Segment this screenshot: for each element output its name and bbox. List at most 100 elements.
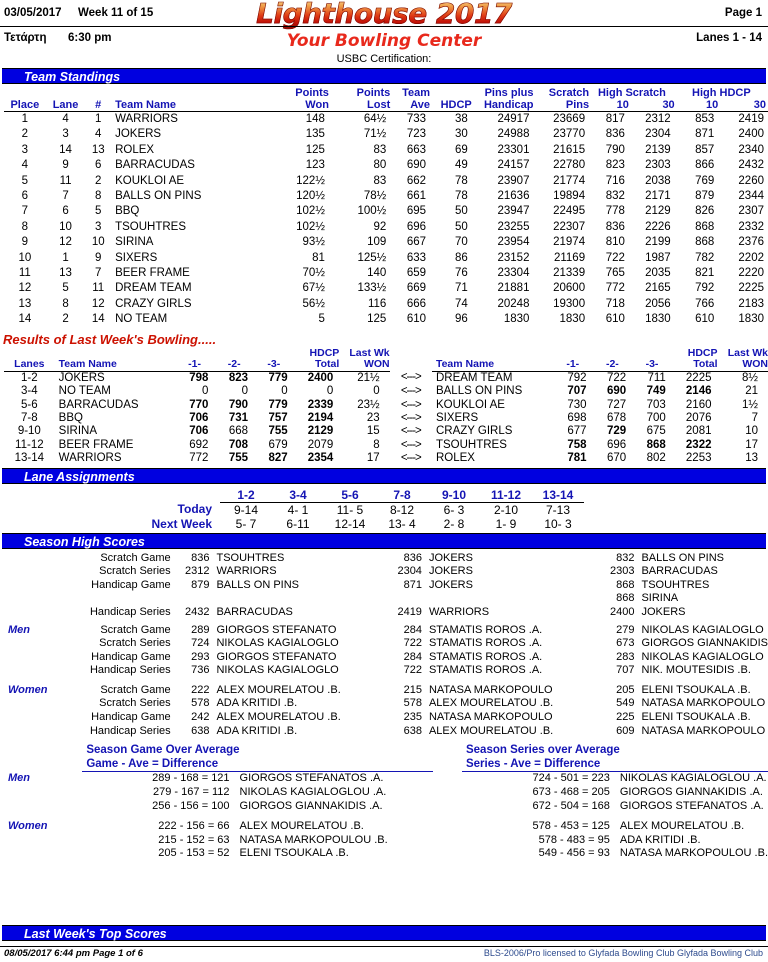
cell: 2400 bbox=[738, 128, 764, 141]
cell: 5 bbox=[62, 282, 69, 295]
cell: 718 bbox=[605, 297, 625, 310]
cell: 21774 bbox=[553, 174, 586, 187]
table-row: 14 2 14 NO TEAM 5 125 610 96 1830 1830 610 1830 610 1… bbox=[4, 312, 768, 327]
team-high-group-label bbox=[4, 592, 70, 606]
lane-pair-label-5: 11-12 bbox=[480, 487, 532, 503]
cell bbox=[433, 847, 462, 861]
cell: 2307 bbox=[738, 205, 764, 218]
match-arrow-icon: <---> bbox=[400, 371, 422, 384]
cell bbox=[367, 711, 391, 725]
cell: 23255 bbox=[497, 220, 530, 233]
table-row: Scratch Series 724 NIKOLAS KAGIALOGLO 722 ST… bbox=[4, 637, 768, 651]
cell: 2035 bbox=[645, 267, 671, 280]
col-high-hdcp: High HDCP bbox=[692, 87, 751, 99]
cell: 733 bbox=[406, 113, 426, 125]
cell bbox=[391, 592, 429, 606]
table-row: 6 7 8 BALLS ON PINS 120½ 78½ 661 78 21636 19894 83… bbox=[4, 189, 768, 204]
cell: 1 bbox=[62, 251, 69, 264]
cell: 13 bbox=[18, 297, 32, 310]
cell: 832 bbox=[616, 551, 635, 564]
men-high-group-label bbox=[4, 664, 70, 678]
cell: 700 bbox=[646, 411, 666, 424]
over-average-table: Season Game Over Average Season Series ov… bbox=[4, 744, 768, 861]
cell: 17 bbox=[745, 438, 758, 451]
section-header-season-high-scores: Season High Scores bbox=[2, 532, 766, 549]
cell bbox=[580, 664, 604, 678]
cell: 1 bbox=[95, 113, 102, 125]
cell bbox=[4, 758, 82, 772]
table-row: Men 289 - 168 = 121 GIORGOS STEFANATOS .A.… bbox=[4, 772, 768, 786]
cell: 125 bbox=[367, 313, 387, 326]
cell: 716 bbox=[605, 174, 625, 187]
men-high-name-2: STAMATIS ROROS .A. bbox=[428, 664, 543, 677]
standings-team-name: BARRACUDAS bbox=[115, 159, 195, 172]
women-high-group-label bbox=[4, 725, 70, 739]
over-average-women-game-equation: 215 - 152 = 63 bbox=[158, 833, 230, 846]
results-title: Results of Last Week's Bowling..... bbox=[3, 331, 217, 347]
results-lane-pair: 13-14 bbox=[14, 452, 45, 465]
team-high-name-2: JOKERS bbox=[428, 551, 473, 564]
men-high-category: Scratch Game bbox=[100, 623, 171, 636]
spacer bbox=[4, 813, 768, 820]
results-header-row-2: Lanes Team Name -1- -2- -3- Total WON Te… bbox=[4, 358, 768, 372]
cell: 724 bbox=[191, 637, 210, 650]
match-arrow-icon: <---> bbox=[400, 411, 422, 424]
cell: 2432 bbox=[184, 605, 210, 618]
cell: 38 bbox=[454, 113, 468, 125]
res-col-g1: -1- bbox=[174, 358, 215, 372]
women-high-name-2: ALEX MOURELATOU .B. bbox=[428, 697, 554, 710]
cell: 736 bbox=[191, 664, 210, 677]
cell: 659 bbox=[406, 267, 426, 280]
over-average-men-game-equation: 279 - 167 = 112 bbox=[152, 786, 230, 799]
col-pins-2: Handicap bbox=[471, 99, 534, 112]
results-lane-pair: 7-8 bbox=[21, 411, 38, 424]
men-high-category: Scratch Series bbox=[99, 637, 171, 650]
lane-assignment-6: 7-13 bbox=[545, 502, 571, 517]
footer-license-info: BLS-2006/Pro licensed to Glyfada Bowling… bbox=[483, 948, 763, 958]
results-lane-pair: 11-12 bbox=[15, 438, 44, 451]
cell: 610 bbox=[406, 313, 426, 326]
cell: 836 bbox=[605, 220, 625, 233]
cell: 633 bbox=[406, 251, 426, 264]
cell bbox=[580, 606, 604, 620]
table-row: 11-12 BEER FRAME 692 708 679 2079 8 <---> TSOUHT… bbox=[4, 439, 768, 452]
cell: 766 bbox=[695, 297, 715, 310]
cell: 823 bbox=[228, 371, 248, 384]
res-col-g2b: -2- bbox=[592, 358, 633, 372]
res-col-lanes: Lanes bbox=[4, 358, 55, 372]
cell: 2376 bbox=[738, 236, 764, 249]
cell: 78 bbox=[454, 174, 468, 187]
table-row: 205 - 153 = 52 ELENI TSOUKALA .B. 549 - 45… bbox=[4, 847, 768, 861]
col-scratch-1: Scratch bbox=[548, 87, 590, 99]
col-high-scratch: High Scratch bbox=[597, 87, 666, 99]
standings-team-name: BEER FRAME bbox=[115, 267, 190, 280]
cell: 11 bbox=[92, 282, 105, 295]
cell: 706 bbox=[189, 411, 209, 424]
cell bbox=[580, 552, 604, 566]
men-high-name-1: GIORGOS STEFANATO bbox=[216, 650, 337, 663]
section-header-team-standings: Team Standings bbox=[2, 68, 766, 84]
cell: 821 bbox=[695, 267, 715, 280]
team-high-name-1: BALLS ON PINS bbox=[216, 578, 300, 591]
cell: 83 bbox=[373, 143, 387, 156]
col-scratch-2: Pins bbox=[533, 99, 590, 112]
standings-body: 1 4 1 WARRIORS 148 64½ 733 38 24917 23669 817 2312 8… bbox=[4, 112, 768, 328]
lane-assignment-5: 2-10 bbox=[493, 502, 519, 517]
team-high-name-1: TSOUHTRES bbox=[216, 551, 285, 564]
team-high-category: Scratch Series bbox=[99, 565, 171, 578]
men-high-name-3: NIKOLAS KAGIALOGLO bbox=[641, 650, 764, 663]
cell: 549 bbox=[616, 697, 635, 710]
cell: 792 bbox=[567, 371, 587, 384]
standings-team-name: TSOUHTRES bbox=[115, 220, 186, 233]
cell: 0 bbox=[241, 385, 248, 398]
table-row: 10 1 9 SIXERS 81 125½ 633 86 23152 21169 722 1987 78… bbox=[4, 251, 768, 266]
lane-assignment-0: 5- 7 bbox=[235, 516, 257, 531]
cell: 2260 bbox=[738, 174, 764, 187]
cell: 2303 bbox=[645, 159, 671, 172]
men-high-name-1: NIKOLAS KAGIALOGLO bbox=[216, 664, 339, 677]
cell: 662 bbox=[406, 174, 426, 187]
results-team-away: KOUKLOI AE bbox=[435, 398, 505, 411]
cell: 779 bbox=[268, 398, 288, 411]
cell: 698 bbox=[567, 411, 587, 424]
cell: 2056 bbox=[645, 297, 671, 310]
